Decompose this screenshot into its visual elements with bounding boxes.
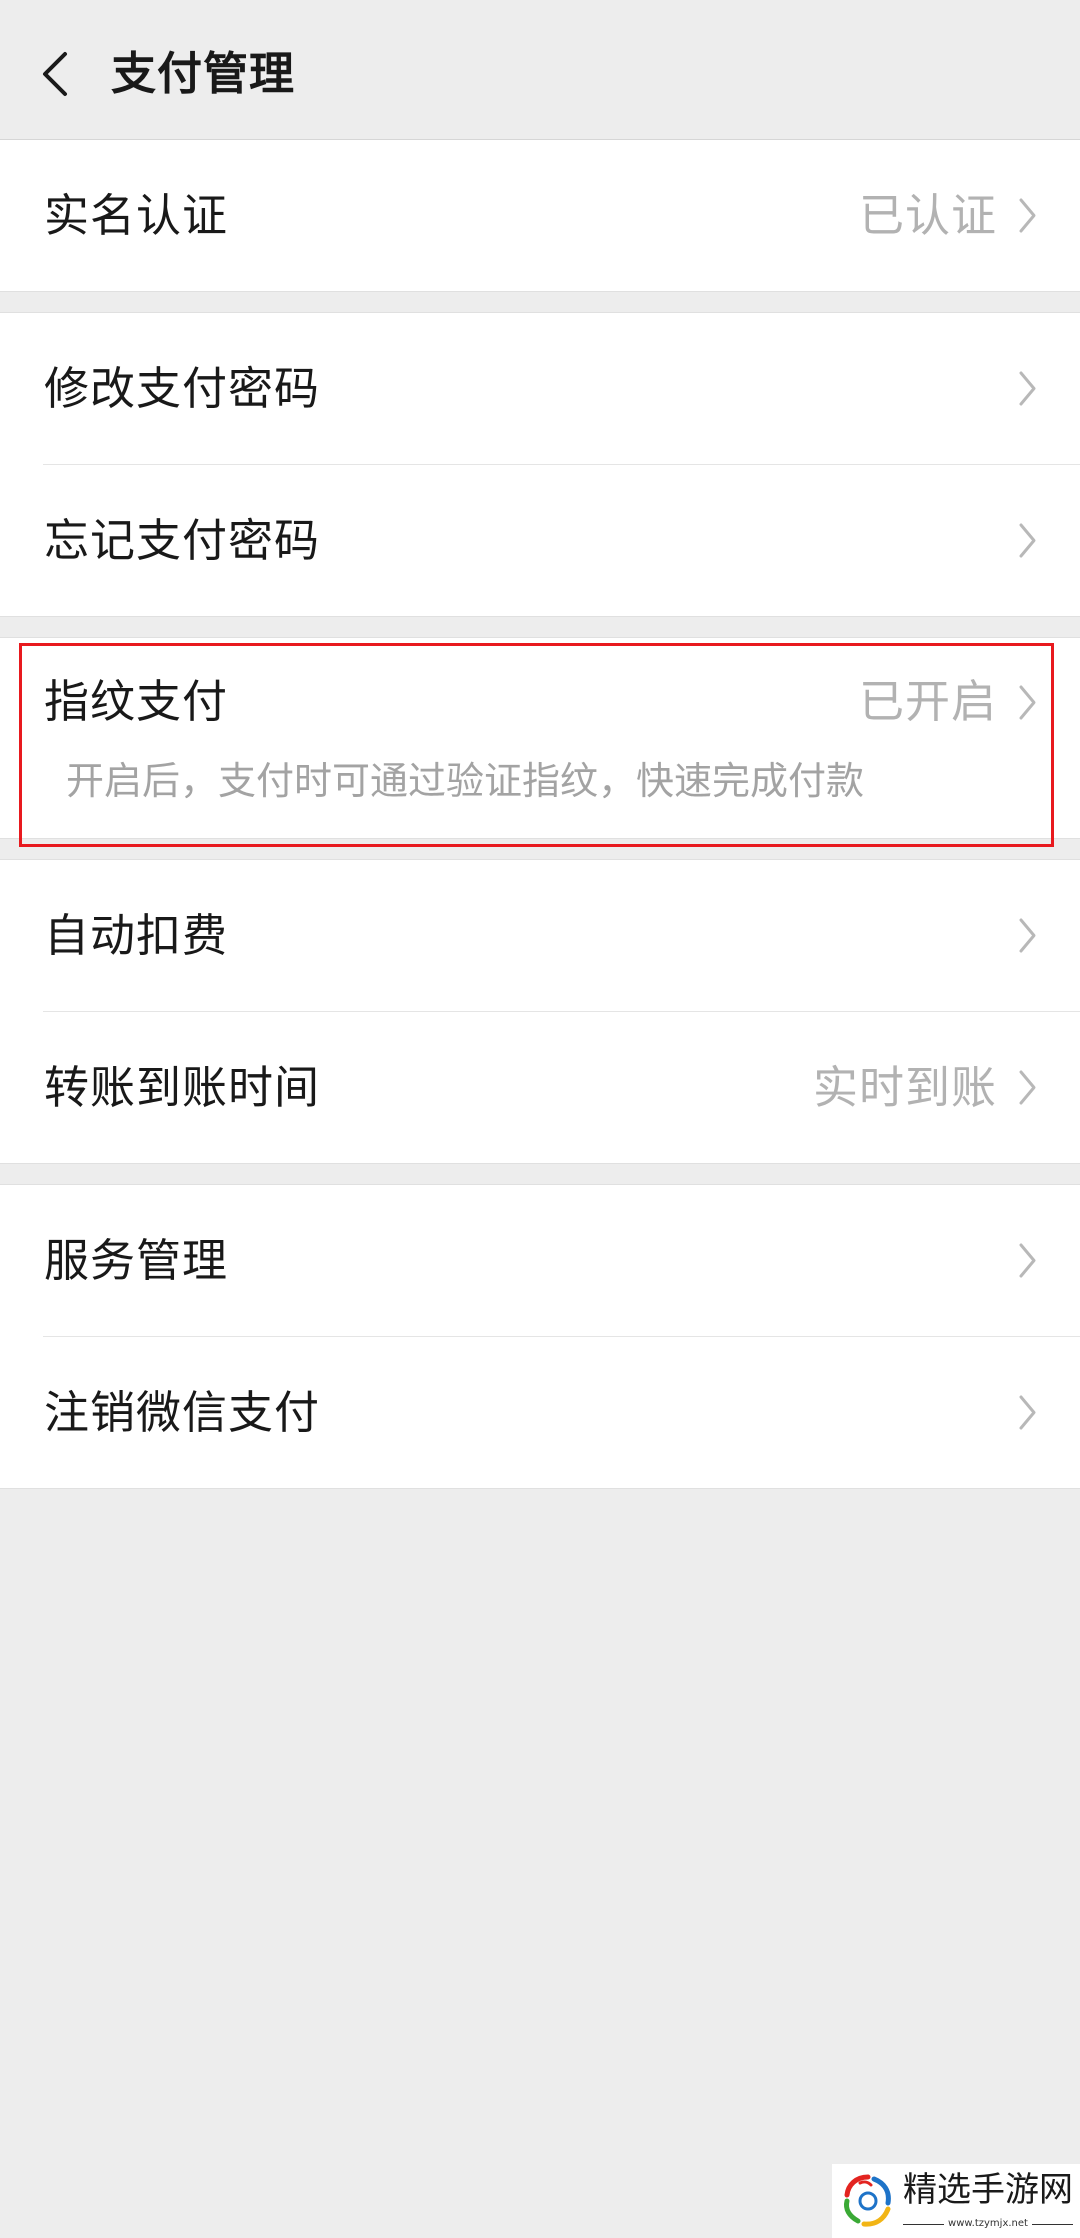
row-right bbox=[1018, 917, 1037, 954]
row-label: 修改支付密码 bbox=[44, 362, 321, 414]
row-right: 实时到账 bbox=[813, 1062, 1037, 1114]
row-description: 开启后，支付时可通过验证指纹，快速完成付款 bbox=[66, 761, 865, 803]
group-password: 修改支付密码 忘记支付密码 bbox=[0, 312, 1080, 617]
watermark-brand: 精选手游网 bbox=[903, 2171, 1073, 2209]
row-cancel-wechat-pay[interactable]: 注销微信支付 bbox=[0, 1337, 1080, 1488]
row-right bbox=[1018, 1242, 1037, 1279]
row-real-name-verification[interactable]: 实名认证 已认证 bbox=[0, 140, 1080, 291]
row-label: 服务管理 bbox=[44, 1234, 229, 1286]
chevron-right-icon bbox=[1019, 685, 1036, 719]
row-right: 已开启 bbox=[859, 676, 1037, 728]
row-main-line: 指纹支付 已开启 bbox=[0, 638, 1080, 766]
row-label: 实名认证 bbox=[44, 189, 229, 241]
page-title: 支付管理 bbox=[111, 48, 296, 99]
row-value: 已认证 bbox=[858, 189, 997, 241]
title-bar: 支付管理 bbox=[0, 0, 1080, 140]
row-change-pay-password[interactable]: 修改支付密码 bbox=[0, 313, 1080, 464]
row-label: 注销微信支付 bbox=[44, 1386, 321, 1438]
watermark-rule-left bbox=[903, 2223, 945, 2225]
logo-icon bbox=[844, 2174, 891, 2227]
row-service-management[interactable]: 服务管理 bbox=[0, 1185, 1080, 1336]
row-right bbox=[1018, 370, 1037, 407]
row-right bbox=[1018, 1394, 1037, 1431]
group-verification: 实名认证 已认证 bbox=[0, 140, 1080, 292]
watermark-rule-right bbox=[1031, 2223, 1074, 2225]
chevron-right-icon bbox=[1019, 198, 1036, 233]
chevron-right-icon bbox=[1019, 1395, 1036, 1430]
watermark: 精选手游网 www.tzymjx.net bbox=[832, 2164, 1080, 2238]
row-label: 忘记支付密码 bbox=[44, 514, 321, 566]
group-service: 服务管理 注销微信支付 bbox=[0, 1184, 1080, 1489]
group-deduction: 自动扣费 转账到账时间 实时到账 bbox=[0, 859, 1080, 1164]
chevron-left-icon bbox=[43, 52, 67, 96]
row-fingerprint-pay[interactable]: 指纹支付 已开启 开启后，支付时可通过验证指纹，快速完成付款 bbox=[0, 638, 1080, 838]
row-value: 实时到账 bbox=[812, 1061, 997, 1113]
row-right bbox=[1018, 522, 1037, 559]
row-auto-deduction[interactable]: 自动扣费 bbox=[0, 860, 1080, 1011]
row-value: 已开启 bbox=[858, 676, 997, 727]
chevron-right-icon bbox=[1019, 1243, 1036, 1278]
row-label: 转账到账时间 bbox=[44, 1061, 321, 1113]
chevron-right-icon bbox=[1019, 371, 1036, 406]
row-label: 自动扣费 bbox=[44, 909, 229, 961]
row-forgot-pay-password[interactable]: 忘记支付密码 bbox=[0, 465, 1080, 616]
row-right: 已认证 bbox=[859, 190, 1037, 242]
row-transfer-arrival-time[interactable]: 转账到账时间 实时到账 bbox=[0, 1012, 1080, 1163]
chevron-right-icon bbox=[1019, 918, 1036, 953]
chevron-right-icon bbox=[1019, 523, 1036, 558]
watermark-url-line: www.tzymjx.net bbox=[903, 2217, 1074, 2231]
chevron-right-icon bbox=[1019, 1070, 1036, 1105]
watermark-url: www.tzymjx.net bbox=[948, 2218, 1028, 2229]
row-label: 指纹支付 bbox=[44, 676, 229, 727]
group-fingerprint: 指纹支付 已开启 开启后，支付时可通过验证指纹，快速完成付款 bbox=[0, 637, 1080, 847]
back-button[interactable] bbox=[32, 45, 78, 103]
